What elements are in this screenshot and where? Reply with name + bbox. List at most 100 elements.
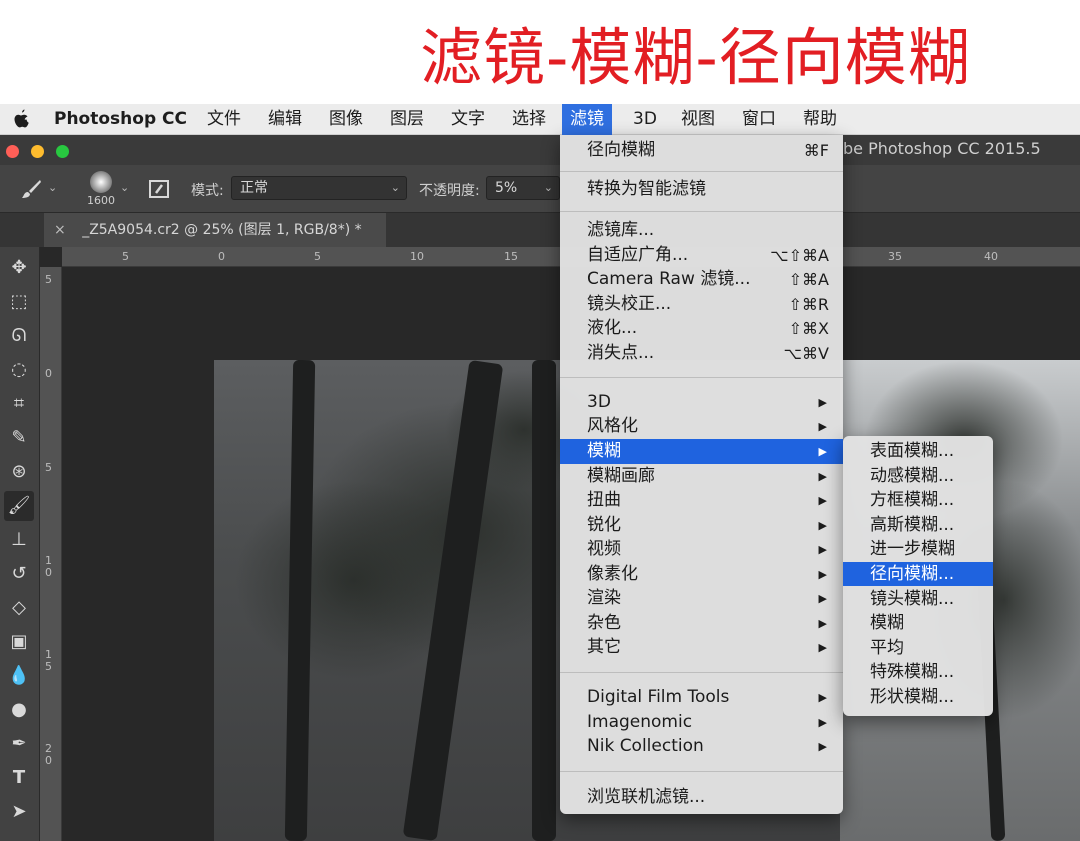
menu-filter[interactable]: 滤镜 [562,104,612,135]
path-select-tool-icon[interactable]: ➤ [4,797,34,827]
menu-item-pixelate[interactable]: 像素化 ▶ [560,562,843,587]
opacity-input[interactable]: 5% ⌄ [486,176,560,200]
pen-tool-icon[interactable]: ✒ [4,729,34,759]
submenu-arrow-icon: ▶ [818,617,827,630]
submenu-item-motion-blur[interactable]: 动感模糊... [843,464,993,488]
menu-item-label: 风格化 [587,416,638,436]
eraser-tool-icon[interactable]: ◇ [4,593,34,623]
palm-trunk [284,360,316,841]
menu-item-convert-smart-filters[interactable]: 转换为智能滤镜 [560,177,843,202]
eyedropper-tool-icon[interactable]: ✎ [4,423,34,453]
banner: 滤镜-模糊-径向模糊 [0,0,1080,104]
menu-item-last-filter[interactable]: 径向模糊 ⌘F [560,138,843,163]
document-tab[interactable]: × _Z5A9054.cr2 @ 25% (图层 1, RGB/8*) * [44,213,386,247]
brush-preset-icon[interactable] [20,179,42,199]
stamp-tool-icon[interactable]: ⊥ [4,525,34,555]
menu-item-imagenomic[interactable]: Imagenomic ▶ [560,710,843,735]
history-brush-tool-icon[interactable]: ↺ [4,559,34,589]
menu-item-shortcut: ⌘F [803,141,829,160]
zoom-window-button[interactable] [56,145,69,158]
type-tool-icon[interactable]: T [4,763,34,793]
filter-menu: 径向模糊 ⌘F 转换为智能滤镜 滤镜库... 自适应广角... ⌥⇧⌘A Cam… [560,135,843,814]
submenu-item-box-blur[interactable]: 方框模糊... [843,488,993,512]
dodge-tool-icon[interactable]: ● [4,695,34,725]
menu-item-distort[interactable]: 扭曲 ▶ [560,488,843,513]
menu-layer[interactable]: 图层 [382,104,432,135]
close-window-button[interactable] [6,145,19,158]
move-tool-icon[interactable]: ✥ [4,253,34,283]
banner-title: 滤镜-模糊-径向模糊 [420,21,971,94]
minimize-window-button[interactable] [31,145,44,158]
menu-item-other[interactable]: 其它 ▶ [560,635,843,660]
opacity-value: 5% [495,180,518,196]
crop-tool-icon[interactable]: ⌗ [4,389,34,419]
submenu-arrow-icon: ▶ [818,543,827,556]
menu-item-render[interactable]: 渲染 ▶ [560,586,843,611]
submenu-arrow-icon: ▶ [818,420,827,433]
menu-item-shortcut: ⇧⌘A [788,270,829,289]
menu-edit[interactable]: 编辑 [260,104,310,135]
menu-item-3d[interactable]: 3D ▶ [560,390,843,415]
brush-size-value: 1600 [87,194,115,207]
chevron-down-icon[interactable]: ⌄ [48,181,57,194]
submenu-item-lens-blur[interactable]: 镜头模糊... [843,587,993,611]
menu-item-adaptive-wide-angle[interactable]: 自适应广角... ⌥⇧⌘A [560,243,843,268]
mode-select[interactable]: 正常 ⌄ [231,176,407,200]
menu-image[interactable]: 图像 [321,104,371,135]
submenu-item-average[interactable]: 平均 [843,636,993,660]
menu-item-label: 消失点... [587,343,655,363]
menu-item-blur[interactable]: 模糊 ▶ [560,439,843,464]
menu-help[interactable]: 帮助 [795,104,845,135]
menu-item-label: Camera Raw 滤镜... [587,269,751,289]
menu-item-nik-collection[interactable]: Nik Collection ▶ [560,734,843,759]
menu-view[interactable]: 视图 [673,104,723,135]
menu-item-label: 模糊 [587,441,621,461]
healing-tool-icon[interactable]: ⊛ [4,457,34,487]
quick-select-tool-icon[interactable]: ◌ [4,355,34,385]
menu-item-browse-filters-online[interactable]: 浏览联机滤镜... [560,785,843,810]
brush-tip-preview-icon[interactable] [90,171,112,193]
close-tab-icon[interactable]: × [54,222,66,238]
menu-select[interactable]: 选择 [504,104,554,135]
submenu-item-blur-more[interactable]: 进一步模糊 [843,537,993,561]
tools-panel: ✥ ⬚ ᘏ ◌ ⌗ ✎ ⊛ 🖌 ⊥ ↺ ◇ ▣ 💧 ● ✒ T ➤ [0,247,40,841]
document-tab-label: _Z5A9054.cr2 @ 25% (图层 1, RGB/8*) * [82,222,362,238]
menu-item-shortcut: ⇧⌘R [788,295,829,314]
ruler-label: 35 [888,250,902,263]
brush-panel-toggle-icon[interactable] [148,177,170,199]
ruler-label: 5 [45,273,52,286]
menu-3d[interactable]: 3D [625,104,665,135]
apple-icon[interactable] [12,109,30,129]
gradient-tool-icon[interactable]: ▣ [4,627,34,657]
menu-item-digital-film-tools[interactable]: Digital Film Tools ▶ [560,685,843,710]
menu-item-filter-gallery[interactable]: 滤镜库... [560,218,843,243]
submenu-item-radial-blur[interactable]: 径向模糊... [843,562,993,586]
menu-file[interactable]: 文件 [199,104,249,135]
menu-item-stylize[interactable]: 风格化 ▶ [560,414,843,439]
menu-item-label: 滤镜库... [587,220,655,240]
menu-item-sharpen[interactable]: 锐化 ▶ [560,513,843,538]
marquee-tool-icon[interactable]: ⬚ [4,287,34,317]
submenu-item-smart-blur[interactable]: 特殊模糊... [843,660,993,684]
menu-app-name[interactable]: Photoshop CC [46,104,195,135]
menu-separator [560,377,843,378]
menu-item-noise[interactable]: 杂色 ▶ [560,611,843,636]
menu-item-vanishing-point[interactable]: 消失点... ⌥⌘V [560,341,843,366]
menu-item-video[interactable]: 视频 ▶ [560,537,843,562]
chevron-down-icon[interactable]: ⌄ [120,181,129,194]
submenu-item-shape-blur[interactable]: 形状模糊... [843,685,993,709]
submenu-arrow-icon: ▶ [818,641,827,654]
lasso-tool-icon[interactable]: ᘏ [4,321,34,351]
blur-tool-icon[interactable]: 💧 [4,661,34,691]
brush-tool-icon[interactable]: 🖌 [4,491,34,521]
ruler-label: 40 [984,250,998,263]
submenu-item-gaussian-blur[interactable]: 高斯模糊... [843,513,993,537]
submenu-item-surface-blur[interactable]: 表面模糊... [843,439,993,463]
menu-type[interactable]: 文字 [443,104,493,135]
menu-item-liquify[interactable]: 液化... ⇧⌘X [560,316,843,341]
menu-item-blur-gallery[interactable]: 模糊画廊 ▶ [560,464,843,489]
menu-item-camera-raw[interactable]: Camera Raw 滤镜... ⇧⌘A [560,267,843,292]
menu-window[interactable]: 窗口 [734,104,784,135]
menu-item-lens-correction[interactable]: 镜头校正... ⇧⌘R [560,292,843,317]
submenu-item-blur[interactable]: 模糊 [843,611,993,635]
